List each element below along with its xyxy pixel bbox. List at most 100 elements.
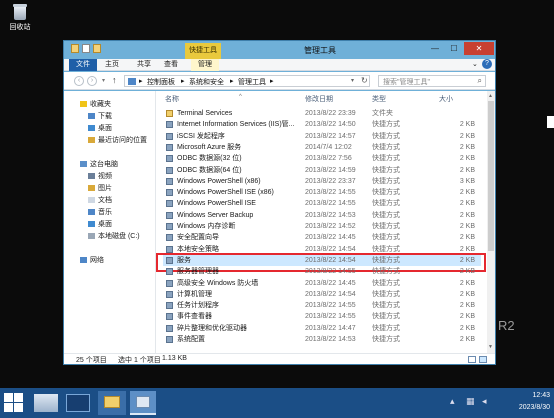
file-row[interactable]: Windows PowerShell (x86) 2013/8/22 23:37 快… bbox=[163, 176, 481, 187]
recycle-bin[interactable]: 回收站 bbox=[6, 4, 34, 32]
nav-this-pc[interactable]: 这台电脑 bbox=[80, 159, 118, 170]
expand-ribbon-icon[interactable]: ⌄ bbox=[472, 60, 478, 68]
file-date: 2013/8/22 14:55 bbox=[305, 313, 356, 321]
scroll-up-icon[interactable]: ▲ bbox=[488, 93, 493, 99]
file-row[interactable]: Terminal Services 2013/8/22 23:39 文件夹 bbox=[163, 108, 481, 119]
admin-tools-icon bbox=[136, 396, 150, 408]
large-icons-view-icon[interactable] bbox=[479, 356, 487, 363]
column-header-date[interactable]: 修改日期 bbox=[305, 95, 333, 105]
app-icon[interactable] bbox=[71, 44, 79, 53]
file-name: Windows Server Backup bbox=[177, 211, 254, 219]
nav-local-disk[interactable]: 本地磁盘 (C:) bbox=[88, 231, 140, 242]
tab-file[interactable]: 文件 bbox=[69, 59, 97, 71]
explorer-window[interactable]: 快捷工具 管理工具 — ☐ ✕ 文件 主页 共享 查看 管理 ⌄ ? ‹ › ▾… bbox=[63, 40, 496, 365]
file-date: 2013/8/22 23:39 bbox=[305, 110, 356, 117]
file-row[interactable]: 计算机管理 2013/8/22 14:54 快捷方式 2 KB bbox=[163, 289, 481, 300]
file-explorer-taskbar-icon[interactable] bbox=[98, 391, 126, 415]
close-button[interactable]: ✕ bbox=[464, 42, 494, 55]
tab-home[interactable]: 主页 bbox=[102, 59, 122, 71]
server-manager-taskbar-icon[interactable] bbox=[34, 394, 58, 412]
back-button[interactable]: ‹ bbox=[74, 76, 84, 86]
file-row[interactable]: Windows PowerShell ISE (x86) 2013/8/22 14… bbox=[163, 187, 481, 198]
nav-recent-places[interactable]: 最近访问的位置 bbox=[88, 135, 147, 146]
clock[interactable]: 12:43 2023/8/30 bbox=[506, 390, 550, 414]
nav-videos[interactable]: 视频 bbox=[88, 171, 112, 182]
file-row[interactable]: 服务器管理器 2013/8/22 14:55 快捷方式 2 KB bbox=[163, 266, 481, 277]
vertical-scrollbar[interactable]: ▲ ▼ bbox=[487, 91, 495, 353]
star-icon bbox=[80, 101, 87, 107]
file-size: 2 KB bbox=[459, 302, 475, 310]
minimize-button[interactable]: — bbox=[426, 42, 444, 55]
file-row[interactable]: 任务计划程序 2013/8/22 14:55 快捷方式 2 KB bbox=[163, 300, 481, 311]
help-icon[interactable]: ? bbox=[482, 59, 492, 69]
file-row[interactable]: ODBC 数据源(64 位) 2013/8/22 14:59 快捷方式 2 KB bbox=[163, 165, 481, 176]
recent-locations-dropdown[interactable]: ▾ bbox=[102, 77, 105, 84]
contextual-tab-shortcut-tools: 快捷工具 bbox=[185, 43, 221, 59]
nav-desktop-fav[interactable]: 桌面 bbox=[88, 123, 112, 134]
refresh-icon[interactable]: ↻ bbox=[361, 76, 368, 85]
tray-chevron-icon[interactable]: ▴ bbox=[450, 396, 455, 407]
start-button[interactable] bbox=[2, 391, 26, 415]
address-bar[interactable]: ▸ 控制面板 ▸ 系统和安全 ▸ 管理工具 ▸ ▾ ↻ bbox=[124, 75, 370, 87]
tray-volume-icon[interactable]: ◂ bbox=[482, 396, 487, 407]
admin-tools-taskbar-icon[interactable] bbox=[130, 391, 156, 415]
search-box[interactable]: 搜索"管理工具" ⌕ bbox=[378, 75, 486, 87]
ribbon-tabs: 文件 主页 共享 查看 管理 ⌄ ? bbox=[64, 59, 495, 71]
scroll-thumb[interactable] bbox=[488, 101, 494, 251]
nav-network[interactable]: 网络 bbox=[80, 255, 104, 266]
file-date: 2013/8/22 7:56 bbox=[305, 155, 352, 163]
powershell-taskbar-icon[interactable] bbox=[66, 394, 90, 412]
file-name: 服务器管理器 bbox=[177, 268, 219, 276]
status-bar: 25 个项目 选中 1 个项目 1.13 KB bbox=[64, 353, 495, 364]
nav-music[interactable]: 音乐 bbox=[88, 207, 112, 218]
breadcrumb-system-security[interactable]: 系统和安全 bbox=[189, 77, 224, 87]
file-date: 2013/8/22 14:55 bbox=[305, 268, 356, 276]
search-icon[interactable]: ⌕ bbox=[478, 76, 482, 86]
recycle-bin-label: 回收站 bbox=[9, 24, 31, 31]
file-row[interactable]: 服务 2013/8/22 14:54 快捷方式 2 KB bbox=[156, 252, 486, 272]
file-row[interactable]: Microsoft Azure 服务 2014/7/4 12:02 快捷方式 2 KB bbox=[163, 142, 481, 153]
details-view-icon[interactable] bbox=[468, 356, 476, 363]
shortcut-icon bbox=[166, 155, 173, 163]
shortcut-icon bbox=[166, 279, 173, 287]
scroll-down-icon[interactable]: ▼ bbox=[488, 344, 493, 350]
tab-manage[interactable]: 管理 bbox=[191, 59, 219, 71]
up-button[interactable]: ↑ bbox=[112, 75, 117, 85]
nav-favorites[interactable]: 收藏夹 bbox=[80, 99, 111, 110]
title-bar[interactable]: 快捷工具 管理工具 — ☐ ✕ bbox=[64, 41, 495, 59]
file-size: 2 KB bbox=[459, 256, 475, 264]
file-row[interactable]: Windows Server Backup 2013/8/22 14:53 快捷方式… bbox=[163, 210, 481, 221]
nav-pictures[interactable]: 图片 bbox=[88, 183, 112, 194]
file-row[interactable]: iSCSI 发起程序 2013/8/22 14:57 快捷方式 2 KB bbox=[163, 131, 481, 142]
properties-icon[interactable] bbox=[82, 44, 90, 53]
file-row[interactable]: ODBC 数据源(32 位) 2013/8/22 7:56 快捷方式 2 KB bbox=[163, 153, 481, 164]
file-row[interactable]: 系统配置 2013/8/22 14:53 快捷方式 2 KB bbox=[163, 334, 481, 345]
file-row[interactable]: 事件查看器 2013/8/22 14:55 快捷方式 2 KB bbox=[163, 311, 481, 322]
file-row[interactable]: Internet Information Services (IIS)管... 2… bbox=[163, 119, 481, 130]
new-folder-icon[interactable] bbox=[93, 44, 101, 53]
maximize-button[interactable]: ☐ bbox=[445, 42, 463, 55]
file-row[interactable]: 碎片整理和优化驱动器 2013/8/22 14:47 快捷方式 2 KB bbox=[163, 323, 481, 334]
tray-network-icon[interactable]: ▦ bbox=[466, 396, 475, 407]
breadcrumb-control-panel[interactable]: 控制面板 bbox=[147, 77, 175, 87]
nav-documents[interactable]: 文档 bbox=[88, 195, 112, 206]
column-header-type[interactable]: 类型 bbox=[372, 95, 386, 105]
column-header-name[interactable]: 名称 ^ bbox=[165, 94, 242, 105]
file-size: 2 KB bbox=[459, 166, 475, 174]
file-row[interactable]: 高级安全 Windows 防火墙 2013/8/22 14:45 快捷方式 2 KB bbox=[163, 278, 481, 289]
file-size: 2 KB bbox=[459, 234, 475, 242]
file-size: 2 KB bbox=[459, 132, 475, 140]
file-row[interactable]: Windows 内存诊断 2013/8/22 14:52 快捷方式 2 KB bbox=[163, 221, 481, 232]
forward-button[interactable]: › bbox=[87, 76, 97, 86]
tab-view[interactable]: 查看 bbox=[161, 59, 181, 71]
nav-desktop[interactable]: 桌面 bbox=[88, 219, 112, 230]
address-history-dropdown[interactable]: ▾ bbox=[351, 77, 354, 84]
nav-downloads[interactable]: 下载 bbox=[88, 111, 112, 122]
breadcrumb-admin-tools[interactable]: 管理工具 bbox=[238, 77, 266, 87]
file-row[interactable]: Windows PowerShell ISE 2013/8/22 14:55 快捷方… bbox=[163, 198, 481, 209]
file-size: 2 KB bbox=[459, 290, 475, 298]
tab-share[interactable]: 共享 bbox=[134, 59, 154, 71]
file-row[interactable]: 安全配置向导 2013/8/22 14:45 快捷方式 2 KB bbox=[163, 232, 481, 243]
downloads-icon bbox=[88, 113, 95, 119]
column-header-size[interactable]: 大小 bbox=[439, 95, 453, 105]
